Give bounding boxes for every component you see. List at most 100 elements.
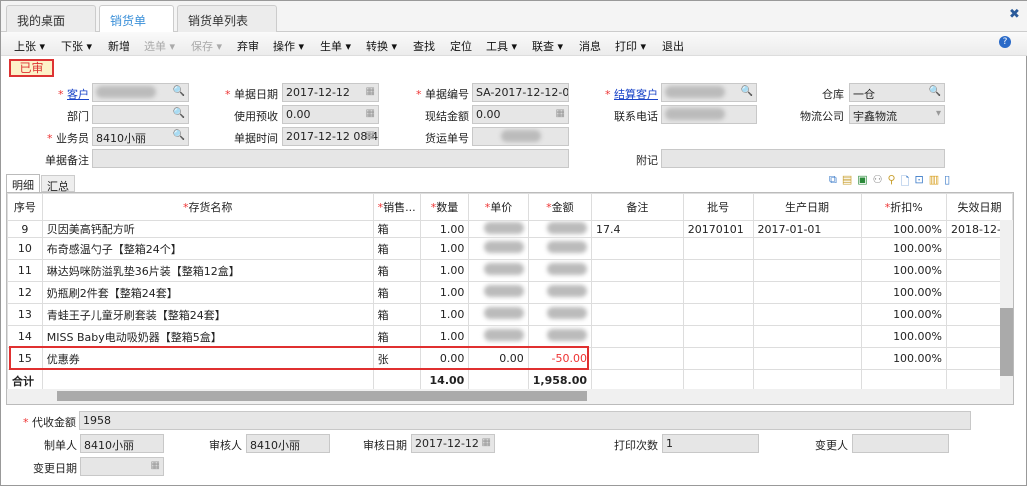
col-price[interactable]: *单价 (468, 193, 529, 221)
cell-disc[interactable]: 100.00% (860, 259, 948, 282)
cell-price[interactable] (468, 303, 529, 326)
paste-icon[interactable]: ▤ (842, 173, 852, 191)
zoom-icon[interactable]: ⊡ (914, 173, 923, 191)
cell-no[interactable]: 11 (7, 259, 43, 282)
prev-button[interactable]: 上张 ▾ (14, 38, 45, 54)
related-button[interactable]: 联查 ▾ (532, 38, 563, 54)
settle-customer-label[interactable]: * 结算客户 (578, 86, 658, 102)
table-row[interactable]: 12 奶瓶刷2件套【整箱24套】箱 1.00 100.00% (7, 281, 1013, 304)
col-name[interactable]: *存货名称 (41, 193, 374, 221)
cell-remark[interactable] (591, 259, 684, 282)
cell-price[interactable] (468, 220, 529, 238)
tab-summary[interactable]: 汇总 (41, 175, 75, 193)
find-icon[interactable]: ⚲ (888, 173, 896, 191)
cell-prod[interactable] (752, 325, 862, 348)
ship-field[interactable] (472, 127, 569, 146)
save-icon[interactable]: ▯ (944, 173, 950, 191)
cell-batch[interactable] (682, 347, 754, 370)
tab-detail[interactable]: 明细 (6, 174, 40, 192)
changer-field[interactable] (852, 434, 949, 453)
save-button[interactable]: 保存 ▾ (191, 38, 222, 54)
cell-no[interactable]: 13 (7, 303, 43, 326)
warehouse-field[interactable]: 一仓 🔍 (849, 83, 945, 102)
col-amount[interactable]: *金额 (527, 193, 593, 221)
chart-icon[interactable]: ▥ (929, 173, 939, 191)
col-qty[interactable]: *数量 (419, 193, 470, 221)
help-icon[interactable]: ? (999, 36, 1011, 48)
calendar-icon[interactable]: ▦ (366, 86, 375, 97)
convert-button[interactable]: 转换 ▾ (366, 38, 397, 54)
generate-button[interactable]: 生单 ▾ (320, 38, 351, 54)
number-field[interactable]: SA-2017-12-12-0... (472, 83, 569, 102)
cell-qty[interactable]: 1.00 (419, 325, 470, 348)
calc-icon[interactable]: ▦ (556, 108, 565, 119)
remark-field[interactable] (92, 149, 569, 168)
cell-amount[interactable] (527, 237, 593, 260)
cell-prod[interactable] (752, 303, 862, 326)
col-batch[interactable]: 批号 (682, 193, 754, 221)
cell-unit[interactable]: 箱 (372, 220, 421, 238)
search-icon[interactable]: 🔍 (173, 130, 185, 141)
select-button[interactable]: 选单 ▾ (144, 38, 175, 54)
next-button[interactable]: 下张 ▾ (61, 38, 92, 54)
cell-remark[interactable] (591, 347, 684, 370)
cell-unit[interactable]: 箱 (372, 237, 421, 260)
cell-unit[interactable]: 箱 (372, 259, 421, 282)
cell-batch[interactable]: 20170101 (682, 220, 754, 238)
cell-name[interactable]: 奶瓶刷2件套【整箱24套】 (41, 281, 374, 304)
cell-prod[interactable] (752, 347, 862, 370)
logistics-select[interactable]: 宇鑫物流 ▾ (849, 105, 945, 124)
find-button[interactable]: 查找 (413, 38, 435, 54)
cell-qty[interactable]: 1.00 (419, 281, 470, 304)
settle-customer-field[interactable]: 🔍 (661, 83, 757, 102)
table-row[interactable]: 14 MISS Baby电动吸奶器【整箱5盒】箱 1.00 100.00% (7, 325, 1013, 348)
cell-disc[interactable]: 100.00% (860, 325, 948, 348)
cell-name[interactable]: 青蛙王子儿童牙刷套装【整箱24套】 (41, 303, 374, 326)
search-icon[interactable]: 🔍 (929, 86, 941, 97)
cell-remark[interactable]: 17.4 (591, 220, 684, 238)
preview-icon[interactable]: 🗋 (901, 173, 910, 191)
cell-qty[interactable]: 1.00 (419, 220, 470, 238)
cell-amount[interactable] (527, 220, 593, 238)
table-row[interactable]: 10 布奇感温勺子【整箱24个】箱 1.00 100.00% (7, 237, 1013, 260)
tools-button[interactable]: 工具 ▾ (486, 38, 517, 54)
scroll-thumb[interactable] (1000, 308, 1013, 376)
cell-no[interactable]: 9 (7, 220, 43, 238)
calc-icon[interactable]: ▦ (366, 108, 375, 119)
cell-name[interactable]: 贝因美高钙配方听 (41, 220, 374, 238)
cell-disc[interactable]: 100.00% (860, 281, 948, 304)
users-icon[interactable]: ⚇ (873, 173, 883, 191)
search-icon[interactable]: 🔍 (741, 86, 753, 97)
new-button[interactable]: 新增 (108, 38, 130, 54)
cell-name[interactable]: 琳达妈咪防溢乳垫36片装【整箱12盒】 (41, 259, 374, 282)
cell-unit[interactable]: 箱 (372, 281, 421, 304)
horizontal-scrollbar[interactable] (7, 389, 1013, 404)
copy-icon[interactable]: ⧉ (829, 173, 837, 191)
table-row[interactable]: 11 琳达妈咪防溢乳垫36片装【整箱12盒】箱 1.00 100.00% (7, 259, 1013, 282)
col-prod-date[interactable]: 生产日期 (752, 193, 862, 221)
cell-price[interactable] (468, 259, 529, 282)
search-icon[interactable]: 🔍 (173, 86, 185, 97)
cash-field[interactable]: 0.00 ▦ (472, 105, 569, 124)
cell-no[interactable]: 14 (7, 325, 43, 348)
cell-batch[interactable] (682, 237, 754, 260)
col-no[interactable]: 序号 (7, 193, 43, 221)
cell-amount[interactable] (527, 259, 593, 282)
date-field[interactable]: 2017-12-12 ▦ (282, 83, 379, 102)
cell-no[interactable]: 12 (7, 281, 43, 304)
cell-batch[interactable] (682, 259, 754, 282)
cell-remark[interactable] (591, 237, 684, 260)
search-icon[interactable]: 🔍 (173, 108, 185, 119)
cell-prod[interactable] (752, 259, 862, 282)
col-remark[interactable]: 备注 (591, 193, 684, 221)
vertical-scrollbar[interactable] (1000, 220, 1013, 390)
prepay-field[interactable]: 0.00 ▦ (282, 105, 379, 124)
cell-prod[interactable]: 2017-01-01 (752, 220, 862, 238)
chevron-down-icon[interactable]: ▾ (936, 108, 941, 119)
cell-name[interactable]: MISS Baby电动吸奶器【整箱5盒】 (41, 325, 374, 348)
cell-disc[interactable]: 100.00% (860, 220, 948, 238)
cell-qty[interactable]: 1.00 (419, 303, 470, 326)
col-discount[interactable]: *折扣% (860, 193, 948, 221)
excel-icon[interactable]: ▣ (857, 173, 867, 191)
cell-remark[interactable] (591, 325, 684, 348)
